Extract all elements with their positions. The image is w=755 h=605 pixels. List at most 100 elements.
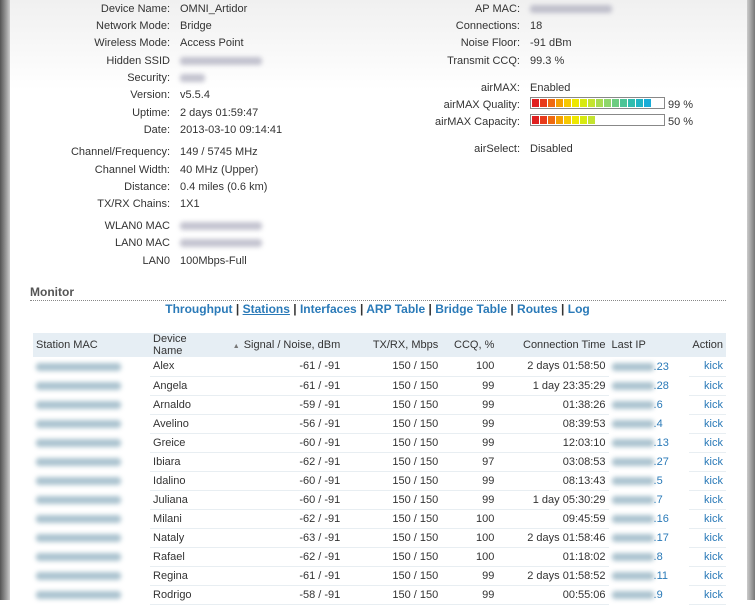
- kick-link[interactable]: kick: [704, 380, 723, 392]
- last-ip-suffix[interactable]: .28: [654, 380, 669, 392]
- last-ip-suffix[interactable]: .23: [654, 361, 669, 373]
- last-ip-cell[interactable]: .6: [609, 395, 690, 414]
- station-mac-cell[interactable]: [33, 528, 150, 547]
- column-header[interactable]: Device Name: [150, 333, 222, 357]
- station-mac-cell[interactable]: [33, 376, 150, 395]
- table-row: Greice -60 / -91 150 / 150 99 12:03:10 .…: [33, 433, 726, 453]
- blurred-mac: [36, 438, 121, 447]
- device-name-cell: Regina: [150, 566, 222, 586]
- kick-link[interactable]: kick: [704, 513, 723, 525]
- bar-segment: [580, 116, 587, 124]
- info-row: Channel/Frequency:: [20, 145, 170, 159]
- last-ip-suffix[interactable]: .13: [654, 437, 669, 449]
- info-value: 0.4 miles (0.6 km): [180, 181, 268, 193]
- last-ip-suffix[interactable]: .16: [654, 513, 669, 525]
- connections-value: 18: [530, 20, 543, 32]
- last-ip-suffix[interactable]: .4: [654, 418, 663, 430]
- airmax-value: Enabled: [530, 82, 571, 94]
- last-ip-suffix[interactable]: .9: [654, 589, 663, 601]
- station-mac-cell[interactable]: [33, 566, 150, 585]
- device-name-cell: Milani: [150, 509, 222, 529]
- station-mac-cell[interactable]: [33, 509, 150, 528]
- kick-link[interactable]: kick: [704, 551, 723, 563]
- tab-arp-table[interactable]: ARP Table: [366, 302, 425, 316]
- tab-throughput[interactable]: Throughput: [165, 302, 232, 316]
- last-ip-cell[interactable]: .11: [609, 566, 690, 585]
- txrx-cell: 150 / 150: [343, 433, 442, 453]
- bar-segment: [572, 99, 579, 107]
- last-ip-suffix[interactable]: .17: [654, 532, 669, 544]
- column-header[interactable]: Last IP: [608, 333, 690, 357]
- info-row: Device Name:: [20, 2, 170, 16]
- station-mac-cell[interactable]: [33, 547, 150, 566]
- ccq-cell: 99: [441, 471, 498, 491]
- airmax-quality-bar: [530, 97, 665, 109]
- last-ip-cell[interactable]: .13: [609, 433, 690, 452]
- kick-link[interactable]: kick: [704, 399, 723, 411]
- last-ip-suffix[interactable]: .8: [654, 551, 663, 563]
- bar-segment: [628, 99, 635, 107]
- info-label: Date:: [143, 124, 170, 136]
- kick-link[interactable]: kick: [704, 418, 723, 430]
- signal-noise-cell: -62 / -91: [221, 452, 344, 472]
- column-header[interactable]: Station MAC: [33, 333, 151, 357]
- column-header-label: Signal / Noise, dBm: [243, 339, 341, 351]
- station-mac-cell[interactable]: [33, 414, 150, 433]
- last-ip-suffix[interactable]: .11: [654, 570, 668, 582]
- device-name-cell: Avelino: [150, 414, 222, 434]
- tab-routes[interactable]: Routes: [517, 302, 558, 316]
- ccq-cell: 100: [441, 357, 498, 377]
- station-mac-cell[interactable]: [33, 585, 150, 604]
- station-mac-cell[interactable]: [33, 471, 150, 490]
- last-ip-cell[interactable]: .4: [609, 414, 690, 433]
- ccq-cell: 100: [441, 509, 498, 529]
- column-header[interactable]: Action: [689, 333, 726, 357]
- info-row: WLAN0 MAC: [20, 219, 170, 233]
- column-header[interactable]: CCQ, %: [441, 333, 498, 357]
- tab-interfaces[interactable]: Interfaces: [300, 302, 357, 316]
- station-mac-cell[interactable]: [33, 452, 150, 471]
- kick-link[interactable]: kick: [704, 360, 723, 372]
- bar-segment: [588, 99, 595, 107]
- last-ip-suffix[interactable]: .27: [654, 456, 669, 468]
- transmit-ccq-label: Transmit CCQ:: [447, 55, 520, 67]
- last-ip-cell[interactable]: .28: [609, 376, 690, 395]
- kick-link[interactable]: kick: [704, 589, 723, 601]
- column-header[interactable]: TX/RX, Mbps: [343, 333, 442, 357]
- kick-link[interactable]: kick: [704, 532, 723, 544]
- info-row: Version:: [20, 88, 170, 102]
- bar-segment: [572, 116, 579, 124]
- blurred-mac: [36, 533, 121, 542]
- station-mac-cell[interactable]: [33, 433, 150, 452]
- last-ip-suffix[interactable]: .6: [654, 399, 663, 411]
- info-row: LAN0 MAC: [20, 236, 170, 250]
- last-ip-cell[interactable]: .7: [609, 490, 690, 509]
- kick-link[interactable]: kick: [704, 456, 723, 468]
- bar-segment: [588, 116, 595, 124]
- station-mac-cell[interactable]: [33, 490, 150, 509]
- tab-stations[interactable]: Stations: [243, 302, 290, 316]
- kick-link[interactable]: kick: [704, 437, 723, 449]
- tab-bridge-table[interactable]: Bridge Table: [435, 302, 507, 316]
- column-header[interactable]: ▲ Signal / Noise, dBm: [221, 333, 344, 357]
- station-mac-cell[interactable]: [33, 357, 150, 376]
- last-ip-cell[interactable]: .16: [609, 509, 690, 528]
- last-ip-cell[interactable]: .27: [609, 452, 690, 471]
- last-ip-cell[interactable]: .5: [609, 471, 690, 490]
- last-ip-suffix[interactable]: .7: [654, 494, 663, 506]
- device-name-cell: Juliana: [150, 490, 222, 510]
- tab-log[interactable]: Log: [568, 302, 590, 316]
- column-header[interactable]: Connection Time: [497, 333, 609, 357]
- connection-time-cell: 2 days 01:58:50: [497, 357, 609, 377]
- kick-link[interactable]: kick: [704, 475, 723, 487]
- blurred-value: [180, 222, 262, 230]
- last-ip-cell[interactable]: .17: [609, 528, 690, 547]
- last-ip-suffix[interactable]: .5: [654, 475, 663, 487]
- last-ip-cell[interactable]: .23: [609, 357, 690, 376]
- last-ip-cell[interactable]: .8: [609, 547, 690, 566]
- station-mac-cell[interactable]: [33, 395, 150, 414]
- last-ip-cell[interactable]: .9: [609, 585, 690, 604]
- kick-link[interactable]: kick: [704, 570, 723, 582]
- kick-link[interactable]: kick: [704, 494, 723, 506]
- info-value: 2013-03-10 09:14:41: [180, 124, 283, 136]
